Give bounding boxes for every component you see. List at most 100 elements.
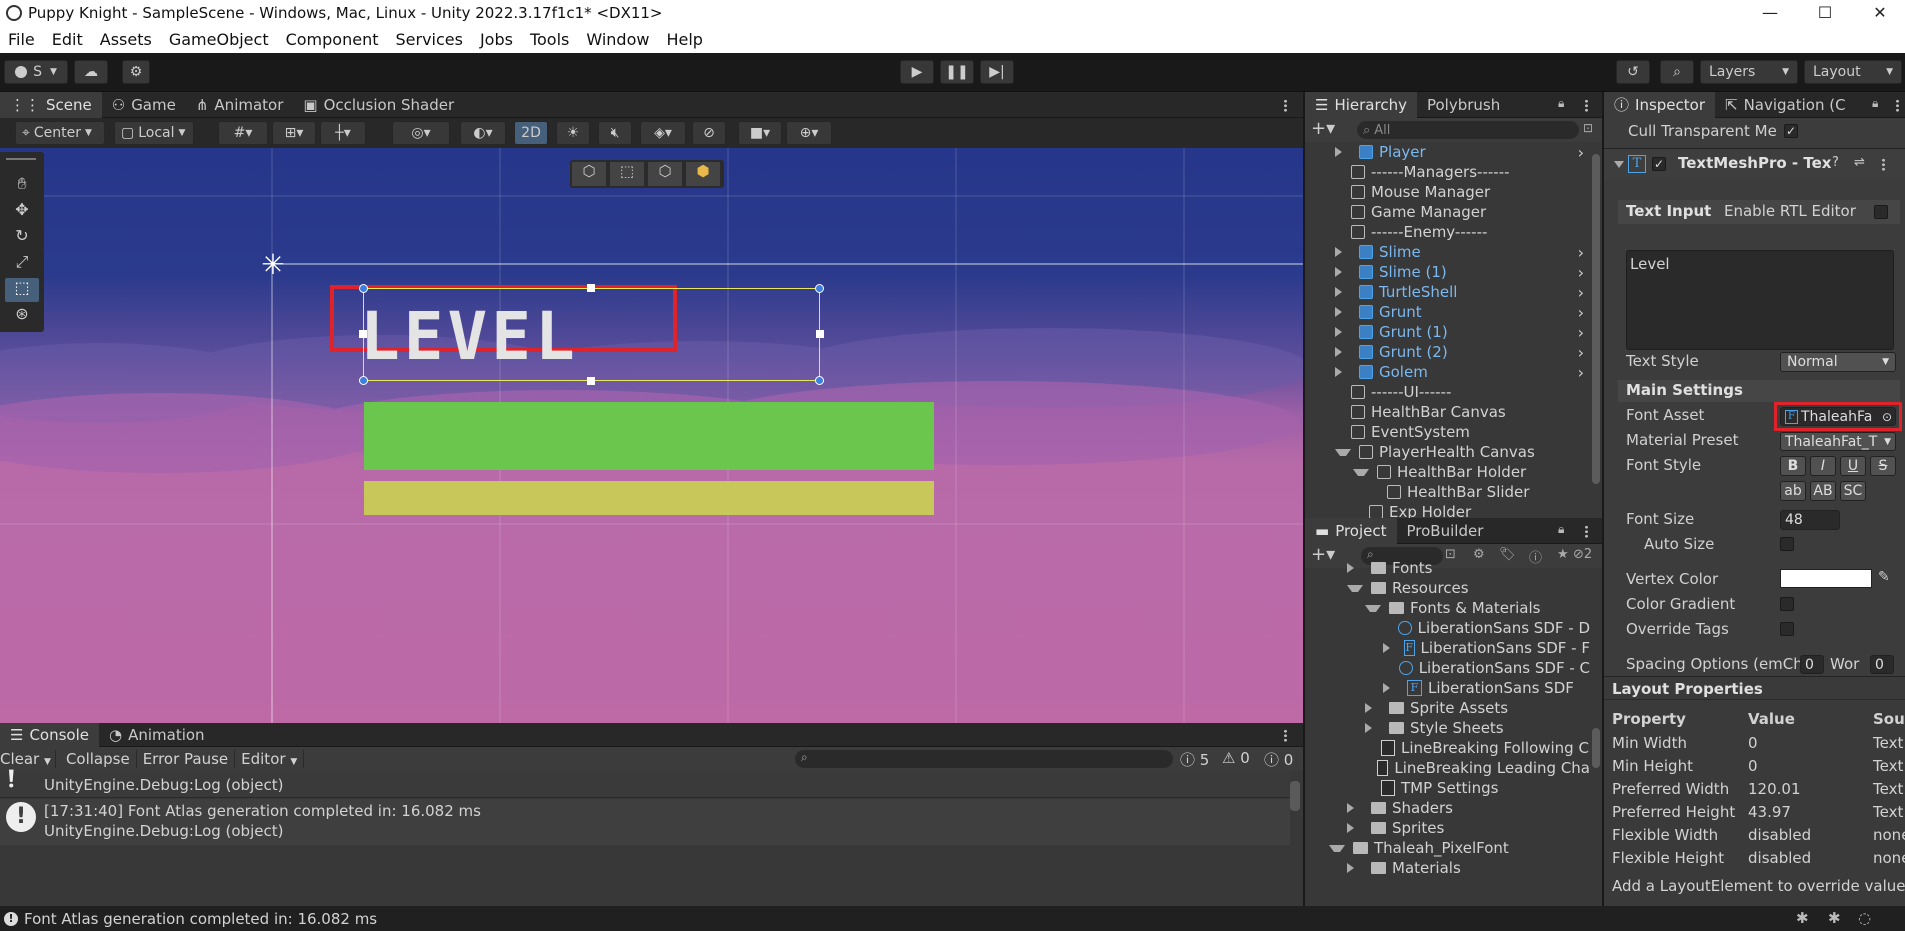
hierarchy-search-input[interactable]: ⌕ All bbox=[1357, 121, 1579, 139]
ruler-button[interactable]: ┼▾ bbox=[320, 121, 366, 145]
project-item[interactable]: LineBreaking Leading Cha bbox=[1305, 758, 1590, 778]
open-prefab-icon[interactable]: › bbox=[1578, 343, 1584, 362]
menu-window[interactable]: Window bbox=[578, 30, 658, 49]
log-entry[interactable]: ! [17:31:40] Font Atlas generation compl… bbox=[0, 799, 1290, 845]
project-item[interactable]: LiberationSans SDF - D bbox=[1305, 618, 1590, 638]
expand-icon[interactable] bbox=[1347, 584, 1363, 592]
bake-icon[interactable]: ✱ bbox=[1828, 909, 1841, 927]
expand-icon[interactable] bbox=[1347, 863, 1363, 873]
hierarchy-scrollbar[interactable] bbox=[1590, 142, 1602, 518]
font-asset-field[interactable]: F ThaleahFa ⊙ bbox=[1780, 407, 1896, 426]
edge-handle[interactable] bbox=[587, 377, 595, 385]
open-prefab-icon[interactable]: › bbox=[1578, 303, 1584, 322]
scroll-thumb[interactable] bbox=[1592, 728, 1600, 768]
project-item[interactable]: Resources bbox=[1305, 578, 1590, 598]
cube-color-icon[interactable]: ⬢ bbox=[686, 162, 720, 186]
tab-probuilder[interactable]: ProBuilder bbox=[1397, 518, 1494, 544]
transform-tool-icon[interactable]: ⊛ bbox=[5, 304, 39, 328]
cull-checkbox[interactable]: ✓ bbox=[1784, 124, 1798, 138]
collapse-icon[interactable] bbox=[1335, 147, 1351, 157]
camera-button[interactable]: ■▾ bbox=[738, 121, 782, 145]
expand-icon[interactable] bbox=[1347, 563, 1363, 573]
tab-inspector[interactable]: ⓘ Inspector bbox=[1604, 91, 1715, 118]
open-prefab-icon[interactable]: › bbox=[1578, 323, 1584, 342]
scroll-thumb[interactable] bbox=[1592, 154, 1600, 484]
hierarchy-item[interactable]: TurtleShell › bbox=[1305, 282, 1590, 302]
expand-icon[interactable] bbox=[1365, 604, 1381, 612]
lighting-button[interactable]: ☀ bbox=[556, 121, 590, 145]
palette-handle[interactable] bbox=[6, 158, 36, 160]
level-text[interactable]: LEVEL bbox=[360, 304, 579, 370]
hierarchy-item[interactable]: EventSystem bbox=[1305, 422, 1590, 442]
pivot-dropdown[interactable]: ⌖ Center ▼ bbox=[15, 121, 105, 145]
override-tags-checkbox[interactable] bbox=[1780, 622, 1794, 636]
spacing-char-input[interactable]: 0 bbox=[1800, 655, 1824, 674]
project-item[interactable]: F LiberationSans SDF bbox=[1305, 678, 1590, 698]
expand-icon[interactable] bbox=[1353, 468, 1369, 476]
project-item[interactable]: Fonts & Materials bbox=[1305, 598, 1590, 618]
collapse-button[interactable]: Collapse bbox=[56, 750, 137, 768]
minimize-button[interactable]: — bbox=[1748, 0, 1792, 25]
expand-icon[interactable] bbox=[1365, 703, 1381, 713]
collab-button[interactable]: ⚙ bbox=[122, 60, 150, 84]
expand-icon[interactable] bbox=[1329, 844, 1345, 852]
menu-services[interactable]: Services bbox=[387, 30, 471, 49]
component-header[interactable]: T ✓ TextMeshPro - Tex ? ⇌ bbox=[1604, 149, 1905, 179]
project-item[interactable]: TMP Settings bbox=[1305, 778, 1590, 798]
mode-2d-button[interactable]: 2D bbox=[514, 121, 548, 145]
effects-button[interactable]: ◈▾ bbox=[640, 121, 686, 145]
text-style-dropdown[interactable]: Normal ▼ bbox=[1780, 352, 1896, 372]
hierarchy-item[interactable]: HealthBar Holder bbox=[1305, 462, 1590, 482]
search-button[interactable]: ⌕ bbox=[1660, 60, 1694, 84]
expand-icon[interactable] bbox=[1347, 823, 1363, 833]
hierarchy-item[interactable]: Slime › bbox=[1305, 242, 1590, 262]
project-item[interactable]: Thaleah_PixelFont bbox=[1305, 838, 1590, 858]
edge-handle[interactable] bbox=[816, 330, 824, 338]
log-entry[interactable]: ❗︎ UnityEngine.Debug:Log (object) bbox=[0, 765, 1290, 798]
close-button[interactable]: ✕ bbox=[1858, 0, 1902, 25]
hierarchy-item[interactable]: ------UI------ bbox=[1305, 382, 1590, 402]
hierarchy-item[interactable]: ------Managers------ bbox=[1305, 162, 1590, 182]
layout-title[interactable]: Layout Properties bbox=[1612, 680, 1763, 698]
play-button[interactable]: ▶ bbox=[900, 60, 934, 84]
underline-button[interactable]: U bbox=[1840, 456, 1866, 476]
collapse-icon[interactable] bbox=[1335, 267, 1351, 277]
scene-search-icon[interactable]: ⊡ bbox=[1583, 121, 1593, 135]
hierarchy-item[interactable]: Game Manager bbox=[1305, 202, 1590, 222]
pause-button[interactable]: ❚❚ bbox=[940, 60, 974, 84]
hierarchy-item[interactable]: Player › bbox=[1305, 142, 1590, 162]
smallcaps-button[interactable]: SC bbox=[1840, 481, 1866, 501]
lock-icon[interactable]: 🔒︎ bbox=[1872, 96, 1878, 111]
expand-icon[interactable] bbox=[1335, 448, 1351, 456]
eyedropper-icon[interactable]: ✎ bbox=[1878, 569, 1890, 585]
rect-handle[interactable] bbox=[359, 284, 368, 293]
exp-bar[interactable] bbox=[364, 481, 934, 515]
menu-component[interactable]: Component bbox=[278, 30, 388, 49]
edge-handle[interactable] bbox=[359, 330, 367, 338]
collapse-icon[interactable] bbox=[1335, 347, 1351, 357]
lowercase-button[interactable]: ab bbox=[1780, 481, 1806, 501]
project-item[interactable]: Sprite Assets bbox=[1305, 698, 1590, 718]
error-pause-button[interactable]: Error Pause bbox=[137, 750, 236, 768]
hierarchy-item[interactable]: Grunt › bbox=[1305, 302, 1590, 322]
project-scrollbar[interactable] bbox=[1590, 568, 1602, 906]
cube-outline-icon[interactable]: ⬡ bbox=[648, 162, 682, 186]
health-bar[interactable] bbox=[364, 402, 934, 470]
rotate-tool-icon[interactable]: ↻ bbox=[5, 226, 39, 250]
editor-dropdown[interactable]: Editor ▼ bbox=[235, 750, 305, 768]
maximize-button[interactable]: ☐ bbox=[1803, 0, 1847, 25]
collapse-icon[interactable] bbox=[1335, 327, 1351, 337]
bold-button[interactable]: B bbox=[1780, 456, 1806, 476]
hierarchy-item[interactable]: ------Enemy------ bbox=[1305, 222, 1590, 242]
light-gizmo-icon[interactable]: ✳ bbox=[258, 250, 288, 280]
grid-snap-button[interactable]: #▾ bbox=[218, 121, 268, 145]
tab-occlusion-shader[interactable]: ▣ Occlusion Shader bbox=[293, 92, 464, 118]
scene-menu-icon[interactable] bbox=[1284, 99, 1287, 112]
tab-animation[interactable]: ◔ Animation bbox=[99, 723, 215, 747]
component-menu-icon[interactable] bbox=[1882, 158, 1885, 171]
hierarchy-item[interactable]: Grunt (2) › bbox=[1305, 342, 1590, 362]
project-item[interactable]: Fonts bbox=[1305, 558, 1590, 578]
step-button[interactable]: ▶| bbox=[980, 60, 1014, 84]
object-picker-icon[interactable]: ⊙ bbox=[1882, 410, 1892, 424]
italic-button[interactable]: I bbox=[1810, 456, 1836, 476]
